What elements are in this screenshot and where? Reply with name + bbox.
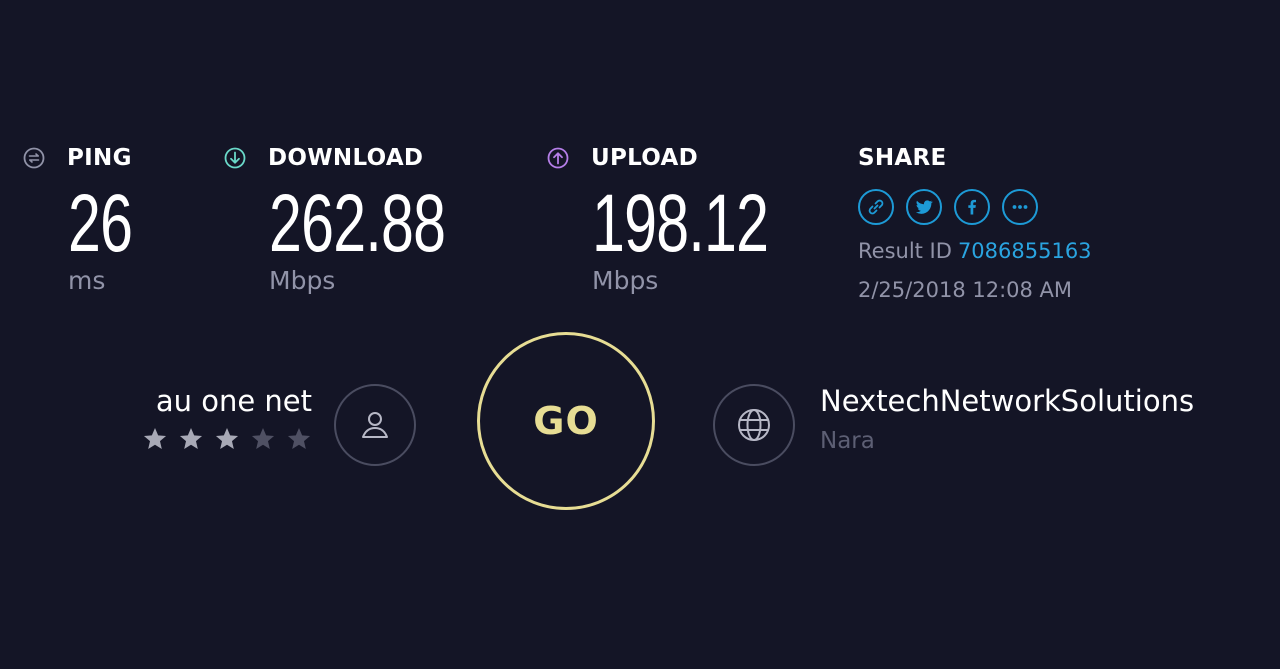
upload-label: UPLOAD [591,145,698,171]
isp-info: au one net [132,384,312,452]
upload-icon [547,147,569,169]
share-buttons [858,189,1050,225]
facebook-icon [968,199,976,215]
share-label: SHARE [858,145,947,171]
isp-name: au one net [155,384,312,418]
download-icon [224,147,246,169]
result-row: Result ID 7086855163 [858,239,1092,263]
star-filled-icon[interactable] [142,426,168,452]
star-filled-icon[interactable] [178,426,204,452]
ping-icon [23,147,45,169]
ping-label: PING [67,145,132,171]
result-id-link[interactable]: 7086855163 [958,239,1092,263]
isp-rating[interactable] [132,426,312,452]
share-more-button[interactable] [1002,189,1038,225]
result-id-label: Result ID [858,239,952,263]
upload-unit: Mbps [592,266,659,295]
download-unit: Mbps [269,266,336,295]
share-panel: SHARE Result ID 7086855163 2/25/2018 12:0… [858,143,1238,302]
upload-value: 198.12 [592,178,769,269]
download-value: 262.88 [269,178,446,269]
share-facebook-button[interactable] [954,189,990,225]
server-globe-button[interactable] [713,384,795,466]
isp-user-button[interactable] [334,384,416,466]
download-metric: DOWNLOAD 262.88 Mbps [224,143,446,295]
user-icon [362,412,388,438]
result-date: 2/25/2018 12:08 AM [858,278,1073,302]
star-filled-icon[interactable] [214,426,240,452]
ping-value: 26 [68,178,133,269]
share-twitter-button[interactable] [906,189,942,225]
star-empty-icon[interactable] [286,426,312,452]
twitter-icon [915,200,934,214]
star-empty-icon[interactable] [250,426,276,452]
more-icon [1012,205,1028,209]
server-name[interactable]: NextechNetworkSolutions [820,384,1194,418]
server-location: Nara [820,428,875,454]
ping-unit: ms [68,266,106,295]
share-link-button[interactable] [858,189,894,225]
upload-metric: UPLOAD 198.12 Mbps [547,143,769,295]
go-label: GO [533,399,599,443]
ping-metric: PING 26 ms [23,143,133,295]
link-icon [868,199,884,215]
server-info: NextechNetworkSolutions Nara [820,384,1194,454]
go-button[interactable]: GO [477,332,655,510]
globe-icon [738,409,770,441]
speedtest-result-panel: PING 26 ms DOWNLOAD 262.88 Mbps UPLOAD 1… [0,0,1280,669]
download-label: DOWNLOAD [268,145,424,171]
